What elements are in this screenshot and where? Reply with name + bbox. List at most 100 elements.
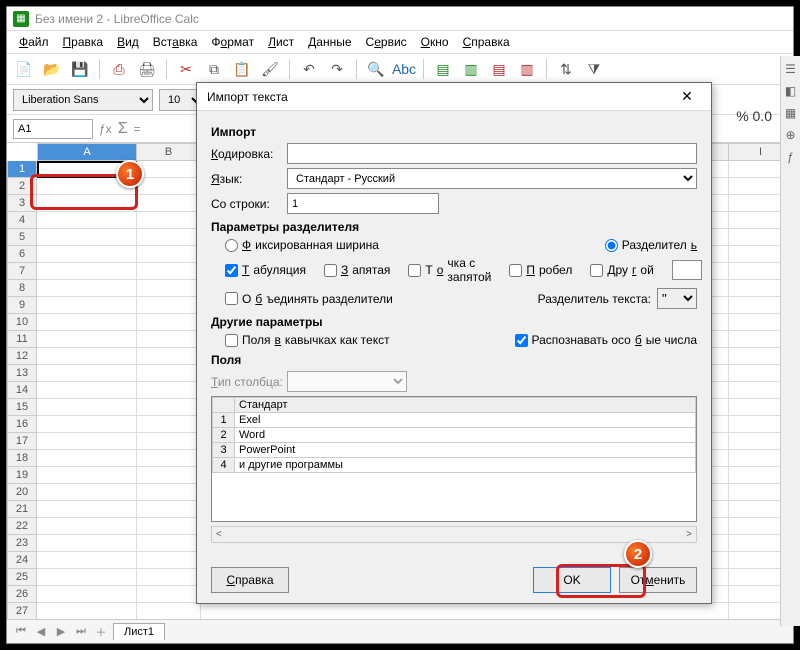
tab-add-icon[interactable]: ＋ — [93, 624, 109, 640]
comma-check[interactable]: Запятая — [324, 263, 390, 277]
row-header[interactable]: 17 — [7, 433, 37, 450]
other-delim-input[interactable] — [672, 260, 702, 280]
close-icon[interactable]: ✕ — [673, 83, 701, 111]
row-header[interactable]: 6 — [7, 246, 37, 263]
menu-sheet[interactable]: Лист — [262, 33, 300, 51]
row-header[interactable]: 10 — [7, 314, 37, 331]
space-check[interactable]: Пробел — [509, 263, 572, 277]
sidebar-gallery-icon[interactable]: ▦ — [783, 106, 799, 122]
sidebar-styles-icon[interactable]: ◧ — [783, 84, 799, 100]
detect-numbers-check[interactable]: Распознавать особые числа — [515, 333, 697, 347]
text-delim-select[interactable]: " — [657, 288, 697, 309]
redo-icon[interactable]: ↷ — [326, 58, 348, 80]
language-label: Язык: — [211, 172, 287, 186]
merge-check[interactable]: Объединять разделители — [225, 292, 393, 306]
row-header[interactable]: 9 — [7, 297, 37, 314]
preview-table[interactable]: Стандарт 1Exel 2Word 3PowerPoint 4и друг… — [211, 396, 697, 522]
filter-icon[interactable]: ⧩ — [583, 58, 605, 80]
row-header[interactable]: 1 — [7, 161, 37, 178]
font-name-select[interactable]: Liberation Sans — [13, 89, 153, 111]
sum-icon[interactable]: Σ — [118, 120, 128, 138]
row-header[interactable]: 8 — [7, 280, 37, 297]
sort-icon[interactable]: ⇅ — [555, 58, 577, 80]
format-paint-icon[interactable]: 🖌 — [259, 58, 281, 80]
menu-view[interactable]: Вид — [111, 33, 145, 51]
save-icon[interactable]: 💾 — [69, 58, 91, 80]
row-header[interactable]: 7 — [7, 263, 37, 280]
row-header[interactable]: 5 — [7, 229, 37, 246]
name-box[interactable] — [13, 119, 93, 139]
row-header[interactable]: 19 — [7, 467, 37, 484]
row-header[interactable]: 27 — [7, 603, 37, 619]
separator-radio[interactable]: Разделитель — [605, 238, 697, 252]
row-header[interactable]: 23 — [7, 535, 37, 552]
tab-last-icon[interactable]: ⏭ — [73, 625, 89, 638]
menu-format[interactable]: Формат — [205, 33, 260, 51]
paste-icon[interactable]: 📋 — [231, 58, 253, 80]
row-header[interactable]: 11 — [7, 331, 37, 348]
sheet-tab-1[interactable]: Лист1 — [113, 623, 165, 640]
equals-icon[interactable]: = — [134, 122, 141, 136]
row-header[interactable]: 14 — [7, 382, 37, 399]
encoding-select[interactable]: Юникод (UTF-16) — [287, 143, 697, 164]
row-header[interactable]: 25 — [7, 569, 37, 586]
row-header[interactable]: 4 — [7, 212, 37, 229]
row-header[interactable]: 22 — [7, 518, 37, 535]
row-header[interactable]: 13 — [7, 365, 37, 382]
print-icon[interactable]: 🖨 — [136, 58, 158, 80]
spellcheck-icon[interactable]: Abc — [393, 58, 415, 80]
row-header[interactable]: 12 — [7, 348, 37, 365]
cut-icon[interactable]: ✂ — [175, 58, 197, 80]
sidebar: ☰ ◧ ▦ ⊕ ƒ — [780, 56, 800, 626]
fromrow-input[interactable] — [287, 193, 439, 214]
menu-help[interactable]: Справка — [457, 33, 516, 51]
menu-data[interactable]: Данные — [302, 33, 357, 51]
tab-check[interactable]: Табуляция — [225, 263, 306, 277]
other-check[interactable]: Другой — [590, 263, 653, 277]
open-icon[interactable]: 📂 — [41, 58, 63, 80]
row-header[interactable]: 16 — [7, 416, 37, 433]
menu-insert[interactable]: Вставка — [147, 33, 204, 51]
sidebar-fn-icon[interactable]: ƒ — [783, 150, 799, 166]
col-header-a[interactable]: A — [37, 143, 137, 161]
tab-next-icon[interactable]: ▶ — [53, 625, 69, 638]
text-delim-label: Разделитель текста: — [538, 292, 651, 306]
row-header[interactable]: 24 — [7, 552, 37, 569]
menu-tools[interactable]: Сервис — [360, 33, 413, 51]
quoted-text-check[interactable]: Поля в кавычках как текст — [225, 333, 390, 347]
row-header[interactable]: 15 — [7, 399, 37, 416]
row-header[interactable]: 20 — [7, 484, 37, 501]
sidebar-properties-icon[interactable]: ☰ — [783, 62, 799, 78]
row-header[interactable]: 18 — [7, 450, 37, 467]
language-select[interactable]: Стандарт - Русский — [287, 168, 697, 189]
row-header[interactable]: 26 — [7, 586, 37, 603]
help-button[interactable]: Справка — [211, 567, 289, 593]
fixed-width-radio[interactable]: Фиксированная ширина — [225, 238, 379, 252]
col-icon[interactable]: ▥ — [460, 58, 482, 80]
preview-hscroll[interactable]: <> — [211, 526, 697, 543]
col-header-b[interactable]: B — [137, 143, 201, 161]
menu-window[interactable]: Окно — [415, 33, 455, 51]
sidebar-nav-icon[interactable]: ⊕ — [783, 128, 799, 144]
undo-icon[interactable]: ↶ — [298, 58, 320, 80]
semicolon-check[interactable]: Точка с запятой — [408, 256, 491, 284]
tab-first-icon[interactable]: ⏮ — [13, 625, 29, 638]
cancel-button[interactable]: Отменить — [619, 567, 697, 593]
function-wizard-icon[interactable]: ƒх — [99, 122, 112, 136]
del-col-icon[interactable]: ▥ — [516, 58, 538, 80]
export-pdf-icon[interactable]: ⎙ — [108, 58, 130, 80]
row-header[interactable]: 3 — [7, 195, 37, 212]
row-header[interactable]: 2 — [7, 178, 37, 195]
copy-icon[interactable]: ⧉ — [203, 58, 225, 80]
tab-prev-icon[interactable]: ◀ — [33, 625, 49, 638]
row-header[interactable]: 21 — [7, 501, 37, 518]
menu-file[interactable]: Файл — [13, 33, 55, 51]
percent-display: % 0.0 — [736, 108, 772, 124]
del-row-icon[interactable]: ▤ — [488, 58, 510, 80]
row-icon[interactable]: ▤ — [432, 58, 454, 80]
menu-edit[interactable]: Правка — [57, 33, 110, 51]
ok-button[interactable]: OK — [533, 567, 611, 593]
annotation-1: 1 — [116, 160, 144, 188]
new-icon[interactable]: 📄 — [13, 58, 35, 80]
find-icon[interactable]: 🔍 — [365, 58, 387, 80]
